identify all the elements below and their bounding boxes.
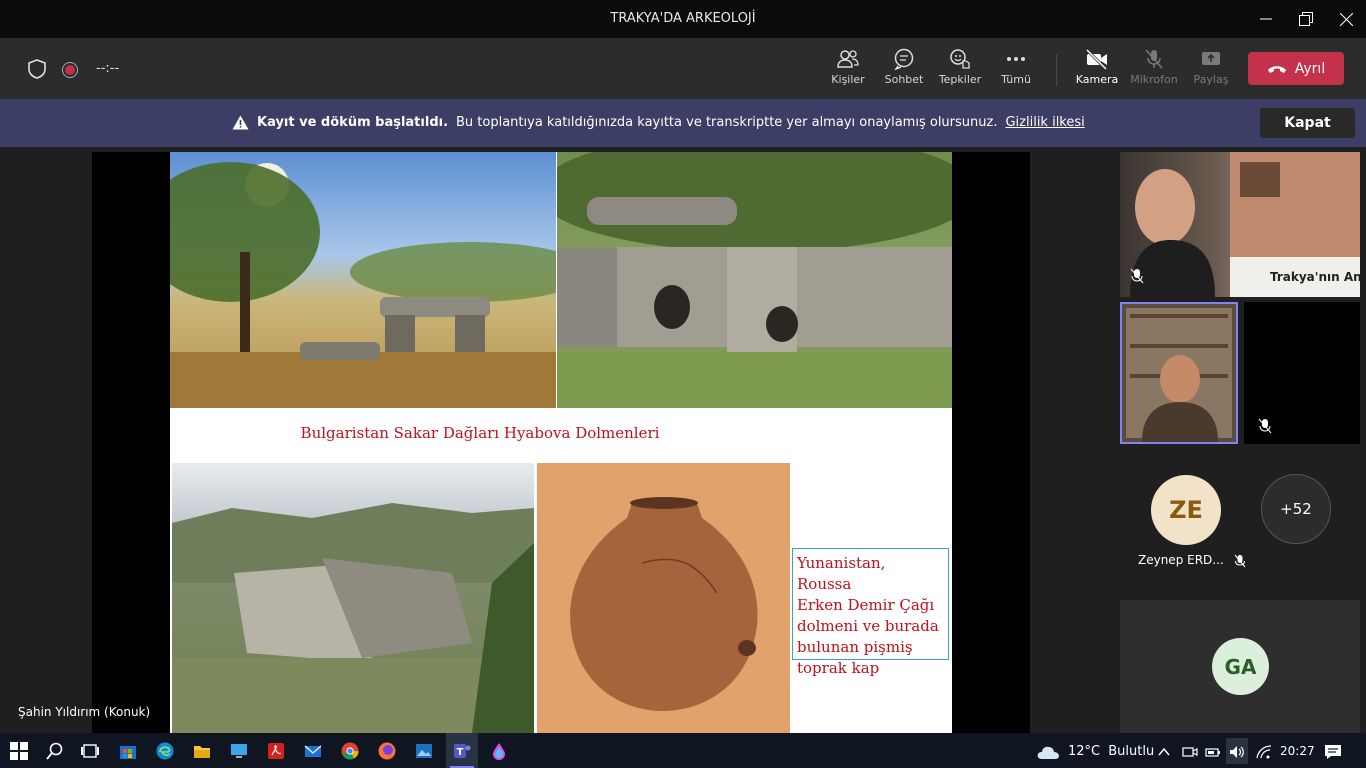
camera-label: Kamera bbox=[1075, 73, 1119, 86]
window-title: TRAKYA'DA ARKEOLOJİ bbox=[610, 11, 756, 26]
people-icon bbox=[837, 50, 859, 68]
mail-icon[interactable] bbox=[304, 742, 322, 760]
dolmen-photo-sunny bbox=[170, 152, 556, 408]
photos-icon[interactable] bbox=[415, 742, 433, 760]
banner-text: Bu toplantıya katıldığınızda kayıtta ve … bbox=[456, 115, 998, 130]
banner-message: Kayıt ve döküm başlatıldı. Bu toplantıya… bbox=[232, 115, 1085, 130]
participant-video-1[interactable]: Trakya'nın Anıt M bbox=[1120, 152, 1360, 297]
camera-button[interactable]: Kamera bbox=[1067, 48, 1127, 94]
dolmen-photo-forest bbox=[557, 152, 952, 408]
svg-text:T: T bbox=[457, 747, 464, 758]
warning-icon bbox=[232, 115, 249, 130]
meet-now-icon[interactable] bbox=[1182, 745, 1198, 759]
weather-description: Bulutlu bbox=[1108, 744, 1155, 759]
recording-indicator-icon bbox=[62, 62, 78, 78]
minimize-icon[interactable] bbox=[1246, 0, 1286, 38]
share-button[interactable]: Paylaş bbox=[1181, 48, 1241, 94]
share-label: Paylaş bbox=[1193, 73, 1229, 86]
volume-icon[interactable] bbox=[1229, 745, 1245, 759]
mic-off-icon bbox=[1130, 268, 1144, 284]
reactions-button[interactable]: Tepkiler bbox=[930, 48, 990, 94]
camera-off-icon bbox=[1085, 48, 1108, 70]
people-label: Kişiler bbox=[831, 73, 865, 86]
recording-banner: Kayıt ve döküm başlatıldı. Bu toplantıya… bbox=[0, 99, 1366, 147]
more-participants-button[interactable]: +52 bbox=[1261, 474, 1331, 544]
chrome-icon[interactable] bbox=[341, 742, 359, 760]
weather-widget[interactable]: 12°C Bulutlu bbox=[1068, 744, 1154, 759]
more-button[interactable]: Tümü bbox=[986, 48, 1046, 94]
banner-title: Kayıt ve döküm başlatıldı. bbox=[257, 115, 449, 130]
dolmen-photo-hillside bbox=[172, 463, 534, 733]
meeting-timer: --:-- bbox=[96, 61, 120, 76]
side-caption-line-4: bulunan pişmiş bbox=[797, 638, 913, 656]
desktop-app-icon[interactable] bbox=[230, 742, 248, 760]
store-icon[interactable] bbox=[119, 742, 137, 760]
teams-icon[interactable]: T bbox=[453, 742, 471, 760]
participant-video-2[interactable] bbox=[1120, 302, 1238, 444]
mic-off-icon bbox=[1145, 49, 1163, 69]
mic-label: Mikrofon bbox=[1130, 73, 1178, 86]
side-caption-line-2: Erken Demir Çağı bbox=[797, 596, 935, 614]
battery-icon[interactable] bbox=[1205, 745, 1221, 759]
shield-icon[interactable] bbox=[26, 58, 48, 84]
people-button[interactable]: Kişiler bbox=[818, 48, 878, 94]
cloud-icon bbox=[1037, 746, 1059, 759]
clock[interactable]: 20:27 bbox=[1280, 744, 1315, 758]
side-caption-line-5: toprak kap bbox=[797, 659, 880, 677]
search-icon[interactable] bbox=[46, 742, 64, 760]
slide-caption-main: Bulgaristan Sakar Dağları Hyabova Dolmen… bbox=[300, 424, 660, 442]
mic-off-icon bbox=[1234, 554, 1245, 567]
banner-dismiss-button[interactable]: Kapat bbox=[1260, 108, 1355, 138]
toolbar-divider bbox=[1056, 54, 1057, 86]
acrobat-icon[interactable] bbox=[267, 742, 285, 760]
notifications-icon[interactable] bbox=[1324, 744, 1342, 760]
participant-avatar-ze[interactable]: ZE bbox=[1151, 475, 1221, 545]
participant-1-background-text: Trakya'nın Anıt M bbox=[1270, 270, 1360, 284]
side-caption-line-1: Yunanistan, Roussa bbox=[797, 554, 886, 593]
leave-label: Ayrıl bbox=[1294, 60, 1326, 77]
leave-button[interactable]: Ayrıl bbox=[1248, 52, 1344, 85]
participant-avatar-ga: GA bbox=[1212, 638, 1269, 695]
mic-button[interactable]: Mikrofon bbox=[1124, 48, 1184, 94]
reactions-icon bbox=[950, 49, 970, 69]
side-caption-line-3: dolmeni ve burada bbox=[797, 617, 939, 635]
participant-name-zeynep: Zeynep ERD... bbox=[1138, 553, 1246, 568]
chevron-up-icon[interactable] bbox=[1158, 747, 1170, 757]
edge-icon[interactable] bbox=[156, 742, 174, 760]
chat-icon bbox=[894, 48, 914, 70]
weather-temperature: 12°C bbox=[1068, 744, 1101, 759]
slide-caption-side: Yunanistan, Roussa Erken Demir Çağı dolm… bbox=[792, 548, 949, 677]
participant-name-text: Zeynep ERD... bbox=[1138, 553, 1224, 567]
participant-video-3[interactable] bbox=[1244, 302, 1360, 444]
privacy-link[interactable]: Gizlilik ilkesi bbox=[1005, 115, 1084, 130]
start-icon[interactable] bbox=[10, 742, 28, 760]
paint-icon[interactable] bbox=[490, 742, 508, 760]
restore-icon[interactable] bbox=[1286, 0, 1326, 38]
phone-hangup-icon bbox=[1267, 65, 1286, 73]
file-explorer-icon[interactable] bbox=[193, 742, 211, 760]
reactions-label: Tepkiler bbox=[938, 73, 982, 86]
close-icon[interactable] bbox=[1326, 0, 1366, 38]
more-label: Tümü bbox=[1001, 73, 1031, 86]
mic-off-icon bbox=[1258, 418, 1272, 434]
more-icon bbox=[1007, 57, 1025, 61]
chat-label: Sohbet bbox=[884, 73, 924, 86]
wifi-icon[interactable] bbox=[1256, 745, 1272, 759]
task-view-icon[interactable] bbox=[81, 742, 99, 760]
chat-button[interactable]: Sohbet bbox=[874, 48, 934, 94]
share-icon bbox=[1202, 52, 1220, 65]
firefox-icon[interactable] bbox=[378, 742, 396, 760]
presenter-name: Şahin Yıldırım (Konuk) bbox=[18, 705, 151, 719]
participant-tile-ga[interactable]: GA bbox=[1120, 600, 1360, 733]
pottery-photo bbox=[537, 463, 790, 733]
title-bar: TRAKYA'DA ARKEOLOJİ bbox=[0, 0, 1366, 38]
